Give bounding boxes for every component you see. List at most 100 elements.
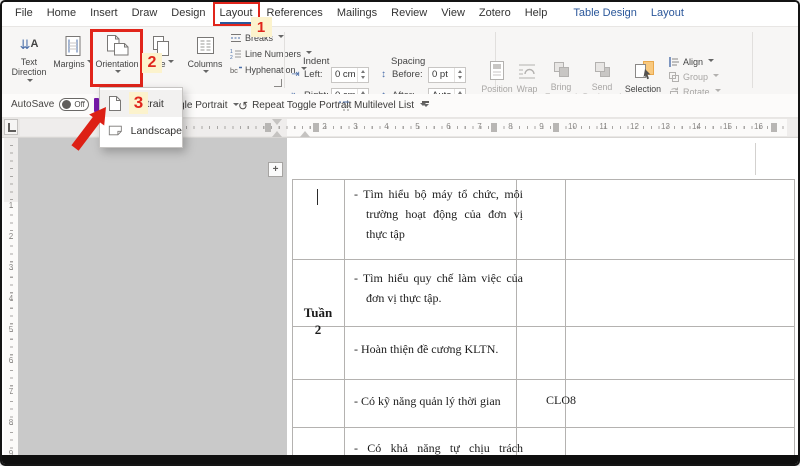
position-icon — [488, 57, 506, 84]
menu-tab[interactable]: Layout — [644, 2, 691, 26]
svg-text:2: 2 — [230, 55, 233, 60]
ruler-table-marker[interactable] — [553, 123, 559, 132]
tab-selector[interactable] — [4, 119, 18, 135]
chevron-down-icon — [27, 78, 33, 85]
repeat-toggle-portrait-button[interactable]: ↺ Repeat Toggle Portrait — [238, 97, 351, 114]
chevron-down-icon — [713, 73, 720, 80]
menu-tab[interactable]: Help — [518, 2, 555, 26]
menu-tab[interactable]: File — [8, 2, 40, 26]
margin-mark — [755, 143, 756, 175]
table-row[interactable]: - Tìm hiểu quy chế làm việc của đơn vị t… — [345, 259, 794, 309]
step-1-badge: 1 — [250, 17, 272, 37]
ruler-number: 3 — [353, 122, 358, 131]
text-cursor — [317, 189, 319, 205]
indent-left-label: Left: — [304, 69, 323, 80]
task-cell[interactable]: - Có kỹ năng quản lý thời gian — [354, 392, 523, 412]
task-cell[interactable]: - Tìm hiểu bộ máy tổ chức, môi trường ho… — [354, 185, 523, 244]
wrap-text-icon — [517, 57, 537, 84]
menu-tab[interactable]: Mailings — [330, 2, 384, 26]
ruler-number: 16 — [754, 122, 763, 131]
task-cell[interactable]: - Hoàn thiện đề cương KLTN. — [354, 340, 523, 360]
document-area[interactable]: Tuần 2 - Tìm hiểu bộ máy tổ chức, môi tr… — [18, 138, 798, 455]
multilevel-list-icon — [339, 101, 349, 110]
menu-tab-label: Home — [46, 7, 77, 19]
align-button[interactable]: Align — [668, 55, 721, 68]
menu-tab-label: Table Design — [573, 7, 637, 19]
ruler-table-marker[interactable] — [491, 123, 497, 132]
spacing-before-label: Before: — [392, 69, 423, 80]
menu-tab[interactable]: Layout 1 — [212, 2, 272, 37]
arrange-small-buttons: Align Group Rotate — [668, 55, 721, 98]
ruler-number: 7 — [8, 387, 14, 396]
menu-tab[interactable]: Review — [384, 2, 434, 26]
ruler-number: 8 — [508, 122, 513, 131]
menu-tab-label: References — [266, 7, 323, 19]
indent-left-icon: ⇥ — [291, 69, 300, 80]
ruler-number: 4 — [384, 122, 389, 131]
menu-tab-label: Layout — [219, 7, 253, 19]
document-table[interactable]: Tuần 2 - Tìm hiểu bộ máy tổ chức, môi tr… — [292, 179, 795, 455]
menu-tab-label: File — [15, 7, 33, 19]
ruler-number: 12 — [630, 122, 639, 131]
indent-left-input[interactable]: 0 cm — [331, 66, 369, 83]
selection-pane-icon — [632, 57, 655, 84]
margins-button[interactable]: Margins — [52, 30, 94, 88]
step-2-badge: 2 — [142, 53, 162, 73]
group-separator — [284, 32, 285, 88]
menu-tab[interactable]: Design — [164, 2, 212, 26]
task-cell[interactable]: - Tìm hiểu quy chế làm việc của đơn vị t… — [354, 269, 523, 309]
ruler-number: 8 — [8, 418, 14, 427]
menu-tab[interactable]: Table Design — [566, 2, 644, 26]
spinner-arrows[interactable] — [357, 67, 368, 82]
table-row[interactable]: - Hoàn thiện đề cương KLTN. — [345, 326, 794, 360]
menu-tab-label: View — [441, 7, 465, 19]
hanging-indent-marker[interactable] — [272, 126, 282, 137]
spacing-before-input[interactable]: 0 pt — [428, 66, 466, 83]
autosave-label: AutoSave — [11, 99, 55, 110]
menu-tab-label: Draw — [131, 7, 158, 19]
ruler-numbers: 12345678910 — [4, 190, 18, 464]
menu-tab-label: Help — [524, 7, 548, 19]
multilevel-list-button[interactable]: Multilevel List — [338, 97, 427, 114]
menu-tab[interactable]: View — [434, 2, 472, 26]
text-direction-button[interactable]: ⇊ A Text Direction — [8, 30, 50, 88]
table-move-handle[interactable]: + — [268, 162, 283, 177]
columns-button[interactable]: Columns — [184, 30, 226, 88]
menu-tab[interactable]: Home — [40, 2, 83, 26]
table-row[interactable]: - Có kỹ năng quản lý thời gian CLO8 — [345, 379, 794, 412]
right-indent-marker[interactable] — [300, 126, 310, 137]
send-backward-icon — [593, 57, 612, 82]
table-rows: - Tìm hiểu bộ máy tổ chức, môi trường ho… — [292, 179, 795, 455]
qat-overflow-button[interactable] — [422, 97, 429, 114]
ruler-table-marker[interactable] — [771, 123, 777, 132]
table-row[interactable]: - Có khả năng tự chịu trách — [345, 427, 794, 455]
chevron-down-icon — [167, 60, 174, 66]
menu-tab[interactable]: Insert — [83, 2, 125, 26]
svg-text:bc: bc — [230, 66, 238, 75]
indent-heading: Indent — [303, 56, 330, 67]
spinner-arrows[interactable] — [454, 67, 465, 82]
vertical-ruler[interactable]: 12345678910 — [4, 138, 18, 460]
overflow-icon — [422, 101, 429, 109]
repeat-icon: ↺ — [238, 98, 249, 113]
ruler-numbers: 2 3 4 5 6 7 8 9 10 11 12 13 14 15 16 — [309, 122, 774, 131]
ruler-table-marker[interactable] — [265, 123, 271, 132]
ruler-number: 5 — [8, 325, 14, 334]
table-row[interactable]: - Tìm hiểu bộ máy tổ chức, môi trường ho… — [345, 179, 794, 244]
menu-tab[interactable]: Draw — [125, 2, 165, 26]
columns-icon — [195, 32, 216, 59]
window-bottom-bar — [2, 455, 798, 464]
ruler-number: 14 — [692, 122, 701, 131]
spacing-before-icon: ↕ — [381, 69, 386, 80]
task-cell[interactable]: - Có khả năng tự chịu trách — [354, 439, 523, 455]
breaks-icon — [231, 34, 241, 42]
ruler-number: 15 — [723, 122, 732, 131]
ruler-table-marker[interactable] — [313, 123, 319, 132]
clo-cell[interactable]: CLO8 — [546, 392, 576, 409]
word-window: File Home Insert Draw Design Layout 1 Re… — [0, 0, 800, 466]
line-numbers-icon: 12 — [230, 49, 241, 60]
menu-tab[interactable]: Zotero — [472, 2, 518, 26]
page-setup-dialog-launcher-icon[interactable] — [274, 79, 282, 87]
menu-tab-label: Review — [391, 7, 428, 19]
group-button[interactable]: Group — [668, 70, 721, 83]
